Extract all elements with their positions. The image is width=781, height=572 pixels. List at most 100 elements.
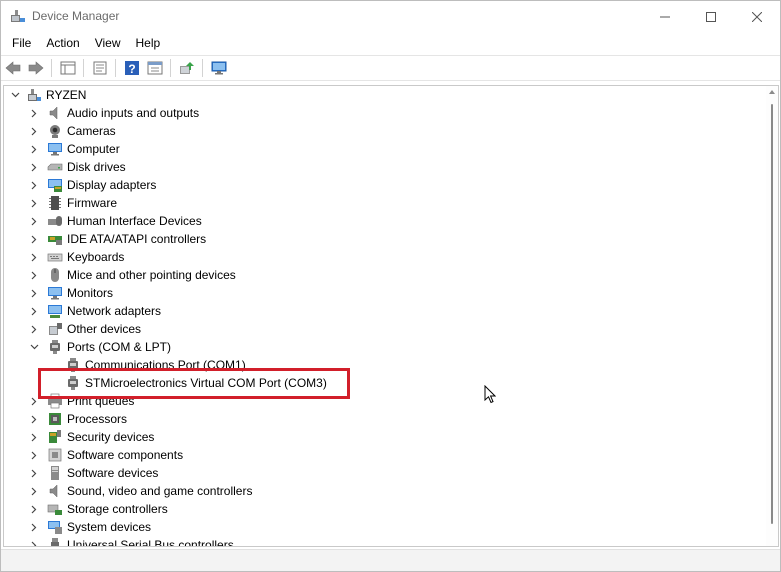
tree-item-label: Keyboards xyxy=(67,250,125,264)
tree-item-storage-controllers[interactable]: Storage controllers xyxy=(29,500,168,518)
tree-root[interactable]: RYZEN xyxy=(10,86,86,104)
minimize-icon xyxy=(660,16,670,17)
system-devices-icon xyxy=(47,519,63,535)
ide-controller-icon xyxy=(47,231,63,247)
properties-icon xyxy=(93,61,106,75)
highlight-annotation-box xyxy=(38,368,350,399)
tree-item-label: Human Interface Devices xyxy=(67,214,202,228)
properties-button[interactable] xyxy=(88,57,111,79)
tree-item-cameras[interactable]: Cameras xyxy=(29,122,116,140)
chevron-right-icon[interactable] xyxy=(29,122,39,140)
device-tree-panel[interactable]: RYZEN Audio inputs and outputs Cameras C… xyxy=(3,85,779,547)
tree-item-label: Universal Serial Bus controllers xyxy=(67,538,234,547)
tree-item-hid[interactable]: Human Interface Devices xyxy=(29,212,202,230)
tree-item-ide-controllers[interactable]: IDE ATA/ATAPI controllers xyxy=(29,230,206,248)
forward-button[interactable] xyxy=(24,57,47,79)
menu-view[interactable]: View xyxy=(88,32,128,54)
title-bar[interactable]: Device Manager xyxy=(1,1,780,32)
chevron-right-icon[interactable] xyxy=(29,266,39,284)
usb-icon xyxy=(47,537,63,546)
back-icon xyxy=(5,61,20,75)
tree-item-audio[interactable]: Audio inputs and outputs xyxy=(29,104,199,122)
chevron-right-icon[interactable] xyxy=(29,158,39,176)
tree-item-security-devices[interactable]: Security devices xyxy=(29,428,154,446)
other-devices-icon xyxy=(47,321,63,337)
disk-drive-icon xyxy=(47,159,63,175)
tree-item-network-adapters[interactable]: Network adapters xyxy=(29,302,161,320)
tree-item-label: Mice and other pointing devices xyxy=(67,268,236,282)
tree-item-system-devices[interactable]: System devices xyxy=(29,518,151,536)
chevron-right-icon[interactable] xyxy=(29,212,39,230)
tree-item-usb-controllers[interactable]: Universal Serial Bus controllers xyxy=(29,536,234,547)
back-button[interactable] xyxy=(1,57,24,79)
hid-icon xyxy=(47,213,63,229)
network-adapter-icon xyxy=(47,303,63,319)
chevron-right-icon[interactable] xyxy=(29,104,39,122)
device-manager-window: Device Manager File Action View Help ? R… xyxy=(0,0,781,572)
tree-item-mice[interactable]: Mice and other pointing devices xyxy=(29,266,236,284)
chevron-right-icon[interactable] xyxy=(29,284,39,302)
svg-text:?: ? xyxy=(128,62,135,76)
chevron-right-icon[interactable] xyxy=(29,482,39,500)
tree-item-other-devices[interactable]: Other devices xyxy=(29,320,141,338)
tree-item-ports[interactable]: Ports (COM & LPT) xyxy=(29,338,171,356)
tree-item-label: Ports (COM & LPT) xyxy=(67,340,172,354)
chevron-right-icon[interactable] xyxy=(29,140,39,158)
help-button[interactable]: ? xyxy=(120,57,143,79)
tree-item-software-components[interactable]: Software components xyxy=(29,446,183,464)
show-hide-tree-button[interactable] xyxy=(56,57,79,79)
scroll-up-arrow-icon[interactable] xyxy=(769,90,775,94)
chevron-down-icon[interactable] xyxy=(10,86,20,104)
tree-item-firmware[interactable]: Firmware xyxy=(29,194,117,212)
chevron-right-icon[interactable] xyxy=(29,410,39,428)
mouse-cursor-icon xyxy=(484,384,497,407)
tree-item-disk-drives[interactable]: Disk drives xyxy=(29,158,126,176)
camera-icon xyxy=(47,123,63,139)
update-driver-button[interactable] xyxy=(175,57,198,79)
minimize-button[interactable] xyxy=(642,1,688,32)
vertical-scrollbar[interactable] xyxy=(766,86,778,546)
scan-hardware-button[interactable] xyxy=(207,57,230,79)
port-icon xyxy=(47,339,63,355)
chevron-right-icon[interactable] xyxy=(29,464,39,482)
chevron-right-icon[interactable] xyxy=(29,500,39,518)
chevron-right-icon[interactable] xyxy=(29,320,39,338)
speaker-icon xyxy=(47,105,63,121)
tree-item-label: Security devices xyxy=(67,430,155,444)
chevron-right-icon[interactable] xyxy=(29,248,39,266)
chevron-right-icon[interactable] xyxy=(29,536,39,546)
menu-file[interactable]: File xyxy=(5,32,38,54)
chevron-right-icon[interactable] xyxy=(29,302,39,320)
chevron-right-icon[interactable] xyxy=(29,428,39,446)
tree-item-computer[interactable]: Computer xyxy=(29,140,120,158)
chevron-right-icon[interactable] xyxy=(29,194,39,212)
tree-item-display-adapters[interactable]: Display adapters xyxy=(29,176,156,194)
action-view-button[interactable] xyxy=(143,57,166,79)
mouse-icon xyxy=(47,267,63,283)
toolbar-separator xyxy=(202,59,203,77)
toolbar-separator xyxy=(83,59,84,77)
maximize-button[interactable] xyxy=(688,1,734,32)
window-title: Device Manager xyxy=(32,9,120,23)
tree-item-label: Cameras xyxy=(67,124,116,138)
tree-item-sound-controllers[interactable]: Sound, video and game controllers xyxy=(29,482,252,500)
tree-item-monitors[interactable]: Monitors xyxy=(29,284,113,302)
menu-help[interactable]: Help xyxy=(129,32,168,54)
maximize-icon xyxy=(706,11,716,22)
tree-item-software-devices[interactable]: Software devices xyxy=(29,464,158,482)
chevron-right-icon[interactable] xyxy=(29,518,39,536)
chevron-right-icon[interactable] xyxy=(29,446,39,464)
tree-item-processors[interactable]: Processors xyxy=(29,410,127,428)
chevron-right-icon[interactable] xyxy=(29,230,39,248)
menu-action[interactable]: Action xyxy=(39,32,86,54)
tree-item-keyboards[interactable]: Keyboards xyxy=(29,248,124,266)
chevron-down-icon[interactable] xyxy=(29,338,39,356)
scroll-thumb[interactable] xyxy=(771,104,773,524)
toolbar-separator xyxy=(170,59,171,77)
show-hide-tree-icon xyxy=(60,61,75,75)
chevron-right-icon[interactable] xyxy=(29,176,39,194)
tree-item-label: Monitors xyxy=(67,286,114,300)
software-device-icon xyxy=(47,465,63,481)
action-view-icon xyxy=(147,61,162,75)
close-button[interactable] xyxy=(734,1,780,32)
